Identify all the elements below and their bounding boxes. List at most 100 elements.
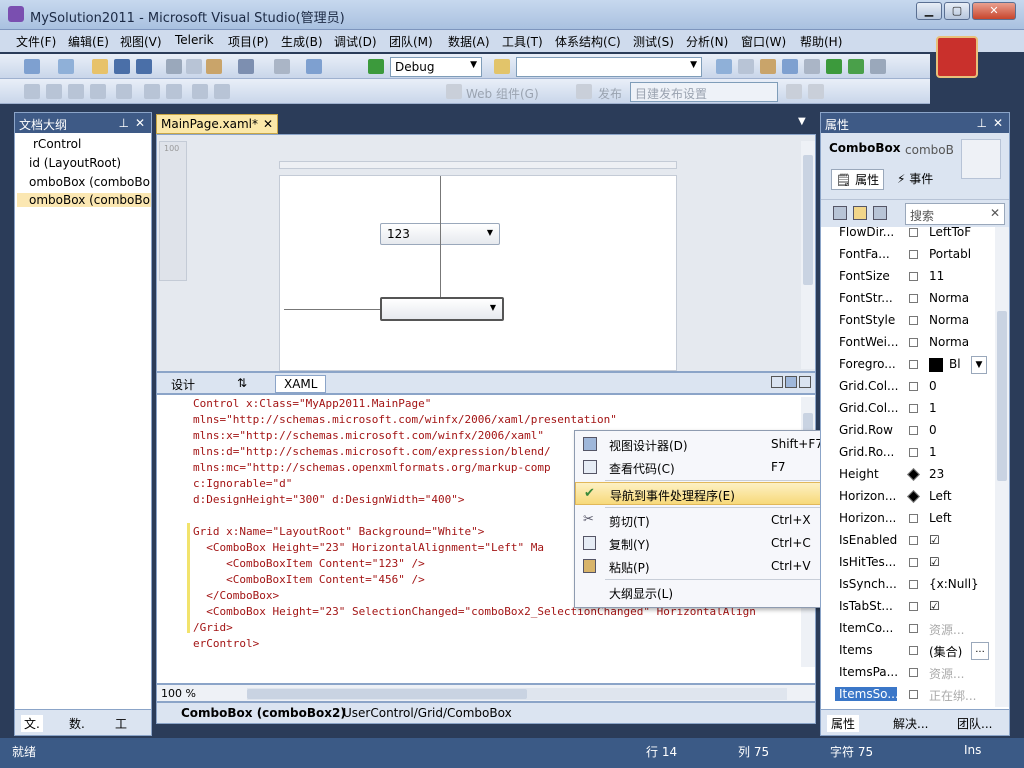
split-vertical-icon[interactable] (771, 376, 783, 388)
outdent-icon[interactable] (144, 84, 160, 99)
ctx-view-code[interactable]: 查看代码(C) F7 (575, 456, 833, 479)
property-value[interactable]: 0 (929, 423, 989, 437)
property-row[interactable]: IsHitTes... ☑ (821, 552, 989, 574)
property-value[interactable]: Left (929, 511, 989, 525)
indent-icon[interactable] (116, 84, 132, 99)
menu-project[interactable]: 项目(P) (228, 33, 269, 50)
property-marker[interactable] (909, 690, 918, 699)
publish-options-icon[interactable] (808, 84, 824, 99)
property-value[interactable]: 11 (929, 269, 989, 283)
menu-test[interactable]: 测试(S) (633, 33, 674, 50)
minimize-button[interactable]: ▁ (916, 2, 942, 20)
ellipsis-button[interactable]: ... (971, 642, 989, 660)
outline-item-combobox2[interactable]: omboBox (comboBo (17, 193, 151, 207)
object-browser-icon[interactable] (760, 59, 776, 74)
menu-help[interactable]: 帮助(H) (800, 33, 842, 50)
property-value[interactable]: Bl (949, 357, 969, 371)
sort-icon[interactable] (873, 206, 887, 220)
property-row[interactable]: IsEnabled ☑ (821, 530, 989, 552)
new-project-icon[interactable] (24, 59, 40, 74)
property-value[interactable]: Portabl (929, 247, 989, 261)
ctx-paste[interactable]: 粘贴(P) Ctrl+V (575, 555, 833, 578)
menu-analyze[interactable]: 分析(N) (686, 33, 728, 50)
zoom-level[interactable]: 100 % (161, 687, 196, 700)
property-row[interactable]: FontStyle Norma (821, 310, 989, 332)
property-value[interactable]: 1 (929, 445, 989, 459)
property-row[interactable]: IsTabSt... ☑ (821, 596, 989, 618)
tab-events[interactable]: ⚡ 事件 (897, 170, 933, 187)
property-marker[interactable] (909, 558, 918, 567)
navigate-back-icon[interactable] (306, 59, 322, 74)
menu-tools[interactable]: 工具(T) (502, 33, 543, 50)
menu-view[interactable]: 视图(V) (120, 33, 162, 50)
property-value[interactable]: Norma (929, 313, 989, 327)
tab-data[interactable]: 数. (69, 715, 85, 732)
property-row[interactable]: Foregro... Bl ▼ (821, 354, 989, 376)
property-value[interactable]: 0 (929, 379, 989, 393)
redo-icon[interactable] (274, 59, 290, 74)
find-icon[interactable] (494, 59, 510, 74)
design-scrollbar[interactable] (801, 141, 815, 369)
property-marker[interactable] (909, 316, 918, 325)
start-debug-icon[interactable] (368, 59, 384, 74)
properties-tool-icon[interactable] (738, 59, 754, 74)
ctx-cut[interactable]: ✂ 剪切(T) Ctrl+X (575, 509, 833, 532)
horizontal-scrollbar[interactable] (247, 688, 787, 700)
property-marker[interactable] (909, 448, 918, 457)
split-horizontal-icon[interactable] (785, 376, 797, 388)
cut-tool-icon[interactable] (166, 59, 182, 74)
publish-settings-combo[interactable]: 目建发布设置 (630, 82, 778, 102)
font-icon[interactable] (90, 84, 106, 99)
toolbox-icon[interactable] (782, 59, 798, 74)
property-row[interactable]: Grid.Col... 0 (821, 376, 989, 398)
ctx-navigate-handler[interactable]: ✔ 导航到事件处理程序(E) (575, 482, 833, 505)
ctx-copy[interactable]: 复制(Y) Ctrl+C (575, 532, 833, 555)
property-value[interactable]: 资源... (929, 665, 989, 682)
property-value[interactable]: LeftToF (929, 227, 989, 239)
pin-icon[interactable]: ⊥ (119, 116, 129, 130)
solution-explorer-icon[interactable] (716, 59, 732, 74)
property-marker[interactable] (909, 382, 918, 391)
property-marker[interactable] (909, 250, 918, 259)
categorized-icon[interactable] (833, 206, 847, 220)
properties-scrollbar[interactable] (995, 227, 1009, 707)
add-item-icon[interactable] (58, 59, 74, 74)
collapse-pane-icon[interactable] (799, 376, 811, 388)
menu-team[interactable]: 团队(M) (389, 33, 433, 50)
tab-outline[interactable]: 文. (21, 715, 43, 732)
property-marker[interactable] (909, 668, 918, 677)
property-marker[interactable] (909, 404, 918, 413)
menu-build[interactable]: 生成(B) (281, 33, 323, 50)
breadcrumb-path[interactable]: UserControl/Grid/ComboBox (343, 706, 512, 720)
design-view-tab[interactable]: 设计 (171, 376, 195, 393)
property-value[interactable]: ☑ (929, 555, 989, 569)
chevron-down-icon[interactable]: ▼ (971, 356, 987, 374)
team-explorer-icon[interactable] (848, 59, 864, 74)
configuration-select[interactable]: Debug ▼ (390, 57, 482, 77)
property-value[interactable]: Norma (929, 335, 989, 349)
comment-icon[interactable] (166, 84, 182, 99)
property-row[interactable]: Horizon... Left (821, 508, 989, 530)
uncomment-icon[interactable] (192, 84, 208, 99)
outline-item-layoutroot[interactable]: id (LayoutRoot) (29, 156, 121, 170)
find-combo[interactable]: ▼ (516, 57, 702, 77)
tab-mainpage[interactable]: MainPage.xaml* ✕ (156, 114, 278, 134)
property-row[interactable]: FontStr... Norma (821, 288, 989, 310)
menu-telerik[interactable]: Telerik (175, 33, 214, 47)
xaml-view-tab[interactable]: XAML (275, 375, 327, 393)
property-row[interactable]: Height 23 (821, 464, 989, 486)
property-row-selected[interactable]: ItemsSo... 正在绑... (821, 684, 989, 706)
property-marker[interactable] (909, 294, 918, 303)
property-value[interactable]: Left (929, 489, 989, 503)
property-value[interactable]: 1 (929, 401, 989, 415)
property-marker[interactable] (909, 514, 918, 523)
property-row[interactable]: FlowDir... LeftToF (821, 227, 989, 244)
open-icon[interactable] (92, 59, 108, 74)
property-row[interactable]: FontFa... Portabl (821, 244, 989, 266)
breadcrumb-element[interactable]: ComboBox (comboBox2) (181, 706, 346, 720)
save-all-icon[interactable] (136, 59, 152, 74)
property-value[interactable]: (集合) (929, 643, 969, 660)
menu-data[interactable]: 数据(A) (448, 33, 490, 50)
property-search-input[interactable]: 搜索 ✕ (905, 203, 1005, 225)
swap-panes-button[interactable]: ⇅ (237, 376, 247, 390)
